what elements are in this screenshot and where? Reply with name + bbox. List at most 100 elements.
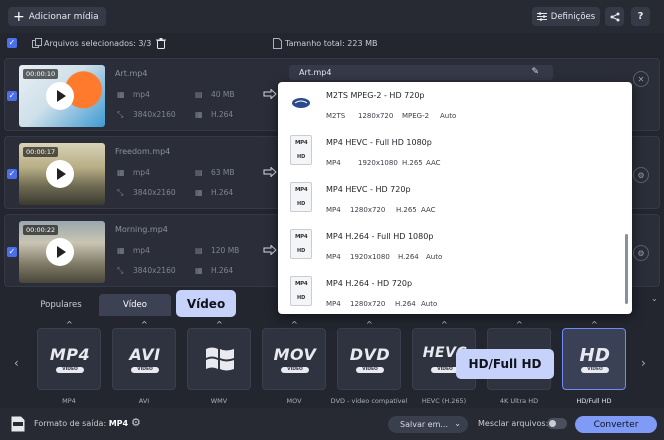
format-avi[interactable]: ^ AVI VIDEO bbox=[112, 320, 176, 390]
preset-item[interactable]: M2TS MPEG-2 - HD 720p M2TS 1280x720 MPEG… bbox=[278, 82, 626, 129]
preset-item[interactable]: MP4 HD MP4 H.264 - HD 720p MP4 1280x720 … bbox=[278, 270, 626, 314]
preset-audio: Auto bbox=[440, 112, 457, 120]
filesize-icon: ▤ bbox=[195, 168, 203, 177]
expand-icon[interactable]: ⌄ bbox=[651, 294, 658, 303]
format-label: MOV bbox=[286, 397, 302, 405]
duration-label: 00:00:22 bbox=[23, 225, 59, 235]
format-label: AVI bbox=[138, 397, 150, 405]
file-checkbox[interactable]: ✓ bbox=[7, 91, 17, 101]
merge-files-toggle[interactable] bbox=[547, 418, 567, 429]
preset-item[interactable]: MP4 HD MP4 HEVC - Full HD 1080p MP4 1920… bbox=[278, 129, 626, 176]
video-thumbnail[interactable]: 00:00:22 bbox=[19, 221, 105, 283]
format-mov[interactable]: ^ MOV VIDEO bbox=[262, 320, 326, 390]
convert-button[interactable]: Converter bbox=[575, 416, 657, 433]
play-icon[interactable] bbox=[46, 238, 74, 266]
icon-bottom-label: HD bbox=[297, 154, 306, 160]
chevron-up-icon[interactable]: ^ bbox=[516, 320, 523, 329]
chevron-left-icon[interactable]: ‹ bbox=[14, 356, 19, 370]
chevron-up-icon[interactable]: ^ bbox=[291, 320, 298, 329]
add-media-button[interactable]: + Adicionar mídia bbox=[8, 7, 106, 26]
play-icon[interactable] bbox=[46, 160, 74, 188]
preset-format: MP4 bbox=[326, 159, 341, 167]
tab-video[interactable]: Vídeo bbox=[99, 294, 171, 316]
preset-item[interactable]: MP4 HD MP4 HEVC - HD 720p MP4 1280x720 H… bbox=[278, 176, 626, 223]
format-mp4[interactable]: ^ MP4 VIDEO bbox=[37, 320, 101, 390]
preset-format: M2TS bbox=[326, 112, 346, 120]
codec-icon: ▦ bbox=[195, 188, 203, 197]
preset-title: MP4 H.264 - Full HD 1080p bbox=[326, 232, 434, 241]
selected-files-label: Arquivos selecionados: 3/3 bbox=[44, 39, 152, 48]
callout-label: Vídeo bbox=[186, 296, 226, 311]
video-thumbnail[interactable]: 00:00:10 bbox=[19, 65, 105, 127]
preset-title: MP4 HEVC - Full HD 1080p bbox=[326, 138, 432, 147]
format-logo: MP4 bbox=[49, 345, 91, 364]
chevron-up-icon[interactable]: ^ bbox=[66, 320, 73, 329]
preset-title: MP4 HEVC - HD 720p bbox=[326, 185, 411, 194]
chevron-right-icon[interactable]: › bbox=[641, 356, 646, 370]
format-label: HD/Full HD bbox=[576, 397, 612, 405]
output-format-value: MP4 bbox=[108, 419, 129, 428]
save-to-label: Salvar em... bbox=[400, 420, 449, 429]
format-logo-sub: VIDEO bbox=[356, 367, 384, 373]
trash-icon[interactable] bbox=[156, 38, 166, 49]
select-all-checkbox[interactable]: ✓ bbox=[7, 38, 17, 48]
format-hd-full-hd[interactable]: ^ HD VIDEO bbox=[562, 320, 626, 390]
gear-icon[interactable]: ⚙ bbox=[131, 416, 141, 429]
codec-icon: ▦ bbox=[195, 110, 203, 119]
preset-resolution: 1920x1080 bbox=[350, 253, 390, 261]
preset-resolution: 1280x720 bbox=[350, 206, 386, 214]
settings-button[interactable]: Definições bbox=[532, 7, 600, 26]
chevron-up-icon[interactable]: ^ bbox=[141, 320, 148, 329]
icon-top-label: MP4 bbox=[295, 140, 308, 146]
video-thumbnail[interactable]: 00:00:17 bbox=[19, 143, 105, 205]
file-codec: H.264 bbox=[211, 266, 234, 275]
copy-icon bbox=[32, 38, 42, 48]
convert-arrow-icon bbox=[263, 167, 277, 177]
chevron-up-icon[interactable]: ^ bbox=[441, 320, 448, 329]
preset-audio: Auto bbox=[421, 300, 438, 308]
output-name-field[interactable]: Art.mp4 ✎ bbox=[289, 65, 553, 80]
preset-audio: AAC bbox=[421, 206, 436, 214]
convert-arrow-icon bbox=[263, 245, 277, 255]
chevron-up-icon[interactable]: ^ bbox=[216, 320, 223, 329]
sliders-icon bbox=[536, 12, 547, 21]
save-to-button[interactable]: Salvar em... ⌄ bbox=[388, 416, 468, 433]
preset-format: MP4 bbox=[326, 300, 341, 308]
help-button[interactable]: ? bbox=[631, 7, 650, 26]
file-checkbox[interactable]: ✓ bbox=[7, 169, 17, 179]
settings-icon[interactable]: ⚙ bbox=[633, 245, 649, 261]
share-button[interactable] bbox=[605, 7, 624, 26]
preset-format: MP4 bbox=[326, 253, 341, 261]
film-icon: ▦ bbox=[117, 90, 125, 99]
resize-icon: ⤡ bbox=[117, 266, 124, 275]
file-checkbox[interactable]: ✓ bbox=[7, 247, 17, 257]
play-icon[interactable] bbox=[46, 82, 74, 110]
hd-callout: HD/Full HD bbox=[456, 349, 554, 379]
file-name: Freedom.mp4 bbox=[115, 147, 171, 156]
format-logo-sub: VIDEO bbox=[56, 367, 84, 373]
settings-icon[interactable]: ⚙ bbox=[633, 167, 649, 183]
file-name: Morning.mp4 bbox=[115, 225, 168, 234]
chevron-up-icon[interactable]: ^ bbox=[591, 320, 598, 329]
preset-format: MP4 bbox=[326, 206, 341, 214]
close-icon[interactable]: ✕ bbox=[633, 71, 649, 87]
video-callout: Vídeo bbox=[176, 290, 236, 317]
dropdown-scrollbar[interactable] bbox=[625, 234, 628, 304]
mp4-hd-icon: MP4 HD bbox=[290, 276, 312, 306]
format-logo-sub: VIDEO bbox=[581, 367, 609, 373]
tab-populares[interactable]: Populares bbox=[26, 294, 96, 316]
format-logo-sub: VIDEO bbox=[281, 367, 309, 373]
edit-icon[interactable]: ✎ bbox=[531, 67, 539, 77]
merge-files-label: Mesclar arquivos: bbox=[478, 419, 549, 428]
duration-label: 00:00:17 bbox=[23, 147, 59, 157]
format-wmv[interactable]: ^ bbox=[187, 320, 251, 390]
preset-dropdown[interactable]: M2TS MPEG-2 - HD 720p M2TS 1280x720 MPEG… bbox=[278, 82, 632, 314]
preset-codec: H.264 bbox=[395, 300, 416, 308]
output-name: Art.mp4 bbox=[299, 68, 332, 77]
preset-item[interactable]: MP4 HD MP4 H.264 - Full HD 1080p MP4 192… bbox=[278, 223, 626, 270]
format-logo: AVI bbox=[129, 345, 161, 364]
convert-arrow-icon bbox=[263, 89, 277, 99]
preset-title: MP4 H.264 - HD 720p bbox=[326, 279, 413, 288]
format-dvd[interactable]: ^ DVD VIDEO bbox=[337, 320, 401, 390]
chevron-up-icon[interactable]: ^ bbox=[366, 320, 373, 329]
